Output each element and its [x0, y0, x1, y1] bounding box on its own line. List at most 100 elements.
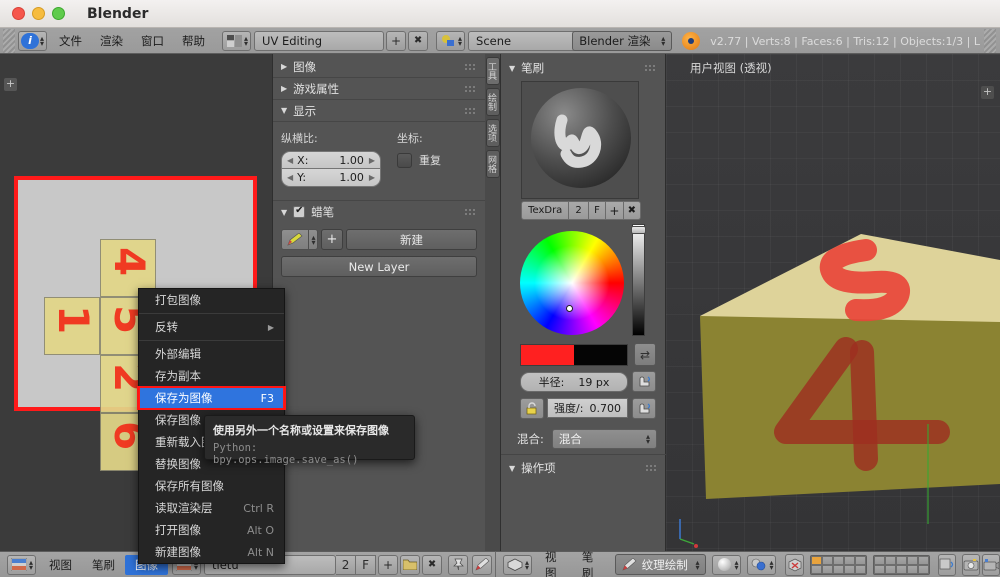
context-menu-item[interactable]: 保存所有图像 — [139, 475, 284, 497]
context-menu-item[interactable]: 存为副本 — [139, 365, 284, 387]
image-header-menu-view[interactable]: 视图 — [39, 557, 82, 573]
strength-lock-icon[interactable] — [520, 398, 544, 419]
layer-cell[interactable] — [873, 555, 885, 565]
layer-col[interactable] — [832, 555, 844, 574]
blend-mode-dropdown[interactable]: 混合 ▴ ▾ — [551, 429, 657, 449]
layer-cell[interactable] — [884, 564, 896, 574]
grease-pencil-checkbox[interactable] — [293, 205, 306, 218]
image-header-menu-brush[interactable]: 笔刷 — [82, 557, 125, 573]
strength-pressure-toggle-icon[interactable] — [632, 398, 656, 419]
brush-fake-user-toggle[interactable]: F — [588, 201, 607, 220]
screen-layout-field[interactable]: UV Editing — [254, 30, 385, 51]
menu-render[interactable]: 渲染 — [91, 33, 132, 49]
layer-cell[interactable] — [854, 564, 866, 574]
viewport-shading-dropdown[interactable]: ▴ ▾ — [712, 554, 742, 575]
pin-image-button[interactable] — [448, 554, 469, 575]
context-menu-item[interactable]: 新建图像 Alt N — [139, 541, 284, 563]
layer-cell[interactable] — [917, 564, 929, 574]
layer-cell[interactable] — [884, 555, 896, 565]
close-window-button[interactable] — [12, 7, 25, 20]
color-swatches[interactable] — [520, 344, 628, 366]
layer-cell[interactable] — [832, 555, 844, 565]
background-color-swatch[interactable] — [574, 345, 627, 365]
render-animation-button[interactable] — [981, 553, 1000, 576]
delete-screen-layout-button[interactable]: ✖ — [408, 30, 429, 51]
brush-radius-slider[interactable]: 半径: 19 px — [520, 372, 628, 392]
menu-file[interactable]: 文件 — [50, 33, 91, 49]
foreground-color-swatch[interactable] — [521, 345, 574, 365]
context-menu-item[interactable]: 反转 ▶ — [139, 316, 284, 338]
viewport-menu-view[interactable]: 视图 — [535, 549, 572, 577]
layer-cell[interactable] — [810, 555, 822, 565]
image-users-count[interactable]: 2 — [336, 554, 357, 575]
color-wheel[interactable] — [520, 231, 624, 335]
minimize-window-button[interactable] — [32, 7, 45, 20]
layer-cell[interactable] — [854, 555, 866, 565]
section-game-properties[interactable]: ▶ 游戏属性 — [273, 78, 485, 100]
context-menu-item[interactable]: 保存为图像 F3 — [138, 386, 285, 410]
section-grease-pencil[interactable]: ▼ 蜡笔 — [273, 201, 485, 223]
context-menu-item[interactable]: 打包图像 — [139, 289, 284, 311]
render-engine-dropdown[interactable]: Blender 渲染 ▴ ▾ — [572, 31, 673, 51]
screen-layout-icon-dropdown[interactable]: ▴ ▾ — [222, 30, 252, 51]
brush-add-button[interactable]: + — [606, 201, 624, 220]
uv-panel-toggle-plus-icon[interactable]: + — [4, 78, 17, 91]
paint-mode-toggle-button[interactable] — [472, 554, 493, 575]
grease-pencil-new-button[interactable]: 新建 — [346, 229, 477, 250]
layer-col[interactable] — [873, 555, 885, 574]
add-screen-layout-button[interactable]: + — [386, 30, 407, 51]
layer-col[interactable] — [895, 555, 907, 574]
brush-preview[interactable] — [521, 81, 639, 199]
editor-type-selector-info[interactable]: i ▴ ▾ — [18, 30, 48, 51]
render-image-button[interactable] — [961, 553, 980, 576]
maximize-window-button[interactable] — [52, 7, 65, 20]
scene-layers-group-1[interactable] — [809, 554, 867, 575]
layer-cell[interactable] — [906, 564, 918, 574]
image-add-button[interactable]: + — [378, 554, 399, 575]
layer-col[interactable] — [821, 555, 833, 574]
aspect-y-field[interactable]: ◀ Y: 1.00 ▶ — [281, 169, 381, 187]
value-slider-knob[interactable] — [631, 226, 646, 234]
context-menu-item[interactable]: 外部编辑 — [139, 343, 284, 365]
context-menu-item[interactable]: 读取渲染层 Ctrl R — [139, 497, 284, 519]
layer-cell[interactable] — [832, 564, 844, 574]
layer-cell[interactable] — [906, 555, 918, 565]
layer-cell[interactable] — [821, 564, 833, 574]
layer-cell[interactable] — [843, 555, 855, 565]
snap-toggle-button[interactable] — [785, 553, 804, 576]
section-display[interactable]: ▼ 显示 — [273, 100, 485, 122]
brush-name-field[interactable]: TexDra — [521, 201, 570, 220]
image-editor-type-dropdown[interactable]: ▴ ▾ — [7, 554, 37, 575]
layer-cell[interactable] — [895, 564, 907, 574]
operations-section-header[interactable]: ▼ 操作项 — [501, 457, 666, 479]
viewport-menu-brush[interactable]: 笔刷 — [572, 549, 609, 577]
tool-tab-paint[interactable]: 绘制 — [486, 88, 500, 116]
tool-tab-tools[interactable]: 工具 — [486, 57, 500, 85]
radius-pressure-toggle-icon[interactable] — [632, 371, 656, 392]
layer-cell[interactable] — [917, 555, 929, 565]
image-fake-user-toggle[interactable]: F — [356, 554, 377, 575]
layer-cell[interactable] — [843, 564, 855, 574]
layer-cell[interactable] — [895, 555, 907, 565]
new-layer-button[interactable]: New Layer — [281, 256, 477, 277]
value-slider[interactable] — [632, 224, 645, 336]
interaction-mode-dropdown[interactable]: 纹理绘制 ▴ ▾ — [614, 554, 707, 575]
color-wheel-cursor[interactable] — [566, 305, 573, 312]
grease-pencil-datablock-icon[interactable] — [281, 229, 309, 250]
image-close-button[interactable]: ✖ — [422, 554, 443, 575]
grease-pencil-browse-dropdown[interactable]: ▴ ▾ — [309, 229, 318, 250]
context-menu-item[interactable]: 打开图像 Alt O — [139, 519, 284, 541]
cube-object[interactable] — [666, 54, 1000, 551]
layer-cell[interactable] — [810, 564, 822, 574]
image-open-button[interactable] — [400, 554, 421, 575]
tool-tab-grease[interactable]: 网格 — [486, 150, 500, 178]
scene-icon-dropdown[interactable]: ▴ ▾ — [436, 30, 466, 51]
3d-viewport[interactable]: 用户视图 (透视) + — [666, 54, 1000, 551]
menu-window[interactable]: 窗口 — [132, 33, 173, 49]
layer-col[interactable] — [810, 555, 822, 574]
aspect-x-field[interactable]: ◀ X: 1.00 ▶ — [281, 151, 381, 169]
pivot-point-dropdown[interactable]: ▴ ▾ — [747, 554, 777, 575]
tool-tab-options[interactable]: 选项 — [486, 119, 500, 147]
scene-layers-group-2[interactable] — [872, 554, 930, 575]
repeat-checkbox[interactable] — [397, 152, 412, 168]
